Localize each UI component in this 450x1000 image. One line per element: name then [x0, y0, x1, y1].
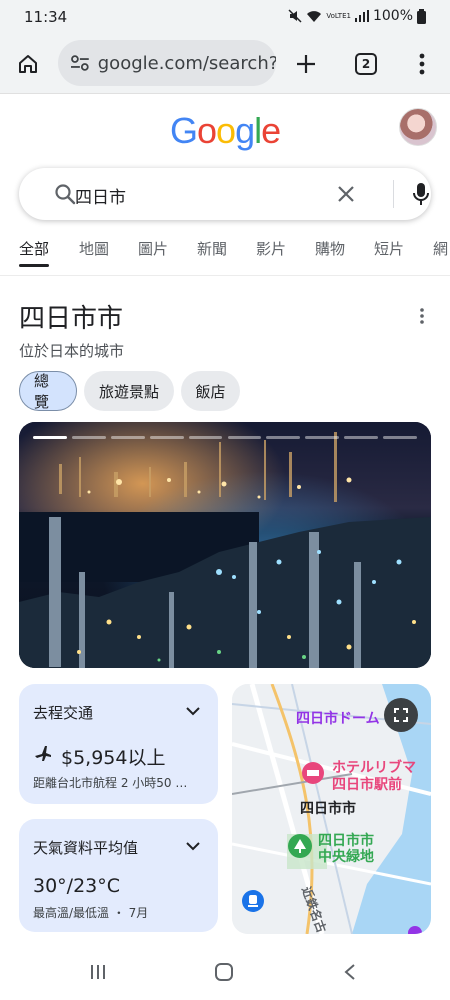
- tab-web[interactable]: 網: [433, 238, 448, 259]
- plus-icon: [297, 55, 315, 73]
- logo-letter: g: [235, 110, 255, 151]
- status-time: 11:34: [24, 8, 68, 26]
- map-preview[interactable]: 四日市ドーム ホテルリブマ 四日市駅前 四日市市 四日市市 中央緑地 近鉄名古: [232, 684, 431, 934]
- progress-segment: [33, 436, 67, 439]
- battery-icon: [417, 8, 426, 24]
- search-input[interactable]: 四日市: [75, 183, 126, 208]
- tab-count: 2: [355, 53, 377, 75]
- recent-apps-button[interactable]: [86, 960, 110, 984]
- transport-card[interactable]: 去程交通 $5,954以上 距離台北市航程 2 小時50 …: [19, 684, 218, 804]
- progress-segment: [383, 436, 417, 439]
- transit-pin-icon[interactable]: [242, 890, 264, 912]
- tab-all[interactable]: 全部: [19, 238, 50, 267]
- weather-title: 天氣資料平均值: [33, 839, 139, 857]
- home-icon: [19, 55, 37, 73]
- url-text: google.com/search?: [97, 52, 276, 74]
- chip-attractions[interactable]: 旅遊景點: [84, 371, 174, 411]
- tab-videos[interactable]: 影片: [256, 238, 286, 259]
- avatar[interactable]: [399, 108, 437, 146]
- url-bar[interactable]: google.com/search?: [58, 40, 276, 86]
- system-nav-bar: [0, 944, 450, 1000]
- search-box[interactable]: 四日市: [19, 168, 431, 220]
- site-settings-icon[interactable]: [70, 54, 90, 72]
- mute-icon: [288, 9, 302, 23]
- fullscreen-icon: [394, 708, 408, 722]
- weather-detail: 最高溫/最低溫 ・ 7月: [33, 906, 149, 920]
- google-logo[interactable]: Google: [170, 110, 281, 152]
- clear-button[interactable]: [332, 180, 360, 208]
- tab-shopping[interactable]: 購物: [315, 238, 345, 259]
- home-circle-icon: [215, 963, 233, 981]
- tab-switcher-button[interactable]: 2: [346, 44, 386, 84]
- back-icon: [344, 964, 355, 980]
- mic-icon: [413, 183, 429, 205]
- search-tabs: 全部 地圖 圖片 新聞 影片 購物 短片 網: [0, 234, 450, 276]
- logo-letter: o: [197, 110, 217, 151]
- more-vert-icon: [420, 308, 424, 324]
- city-night-photo: [19, 422, 431, 668]
- tab-news[interactable]: 新聞: [197, 238, 227, 259]
- tab-images[interactable]: 圖片: [138, 238, 168, 259]
- divider: [393, 180, 394, 208]
- wifi-icon: [307, 11, 322, 22]
- home-button[interactable]: [8, 44, 48, 84]
- progress-segment: [149, 436, 184, 439]
- recents-icon: [91, 965, 105, 979]
- poi-pin-icon[interactable]: [408, 926, 422, 934]
- tab-shorts[interactable]: 短片: [374, 238, 404, 259]
- status-bar: 11:34 VoLTE1 100%: [0, 0, 450, 34]
- weather-temps: 30°/23°C: [33, 875, 121, 897]
- flight-price: $5,954以上: [61, 747, 166, 769]
- flight-detail: 距離台北市航程 2 小時50 …: [33, 776, 188, 790]
- more-vert-icon: [419, 53, 425, 75]
- new-tab-button[interactable]: [286, 44, 326, 84]
- logo-letter: e: [261, 110, 281, 151]
- chevron-down-icon[interactable]: [184, 702, 202, 720]
- park-pin-icon[interactable]: [288, 834, 312, 858]
- city-image[interactable]: [19, 422, 431, 668]
- lte-label: VoLTE1: [326, 12, 351, 20]
- logo-letter: G: [170, 110, 198, 151]
- map-label-park: 中央緑地: [318, 849, 374, 865]
- chevron-down-icon[interactable]: [184, 837, 202, 855]
- progress-segment: [110, 436, 145, 439]
- expand-map-button[interactable]: [384, 698, 418, 732]
- progress-segment: [71, 436, 106, 439]
- flight-icon: [35, 746, 51, 761]
- weather-card[interactable]: 天氣資料平均值 30°/23°C 最高溫/最低溫 ・ 7月: [19, 819, 218, 932]
- browser-menu-button[interactable]: [402, 44, 442, 84]
- status-indicators: VoLTE1 100%: [288, 8, 426, 24]
- tab-maps[interactable]: 地圖: [79, 238, 109, 259]
- progress-segment: [305, 436, 340, 439]
- page-title: 四日市市: [19, 304, 124, 334]
- browser-toolbar: google.com/search? 2: [0, 34, 450, 94]
- progress-segment: [227, 436, 262, 439]
- progress-segment: [188, 436, 223, 439]
- logo-letter: o: [216, 110, 236, 151]
- progress-segment: [266, 436, 301, 439]
- battery-percent: 100%: [372, 8, 413, 24]
- chip-hotels[interactable]: 飯店: [181, 371, 240, 411]
- chip-overview[interactable]: 總覽: [19, 371, 77, 411]
- home-nav-button[interactable]: [212, 960, 236, 984]
- signal-icon: [354, 10, 369, 22]
- panel-menu-button[interactable]: [412, 306, 432, 326]
- transport-title: 去程交通: [33, 704, 94, 722]
- entity-subtitle: 位於日本的城市: [19, 342, 125, 360]
- close-icon: [338, 186, 354, 202]
- progress-segment: [344, 436, 379, 439]
- map-label-station: 四日市駅前: [332, 777, 402, 793]
- voice-search-button[interactable]: [407, 180, 435, 208]
- map-label-dome: 四日市ドーム: [296, 711, 380, 727]
- hotel-pin-icon[interactable]: [302, 762, 324, 784]
- map-label-city: 四日市市: [300, 801, 356, 817]
- back-button[interactable]: [338, 960, 362, 984]
